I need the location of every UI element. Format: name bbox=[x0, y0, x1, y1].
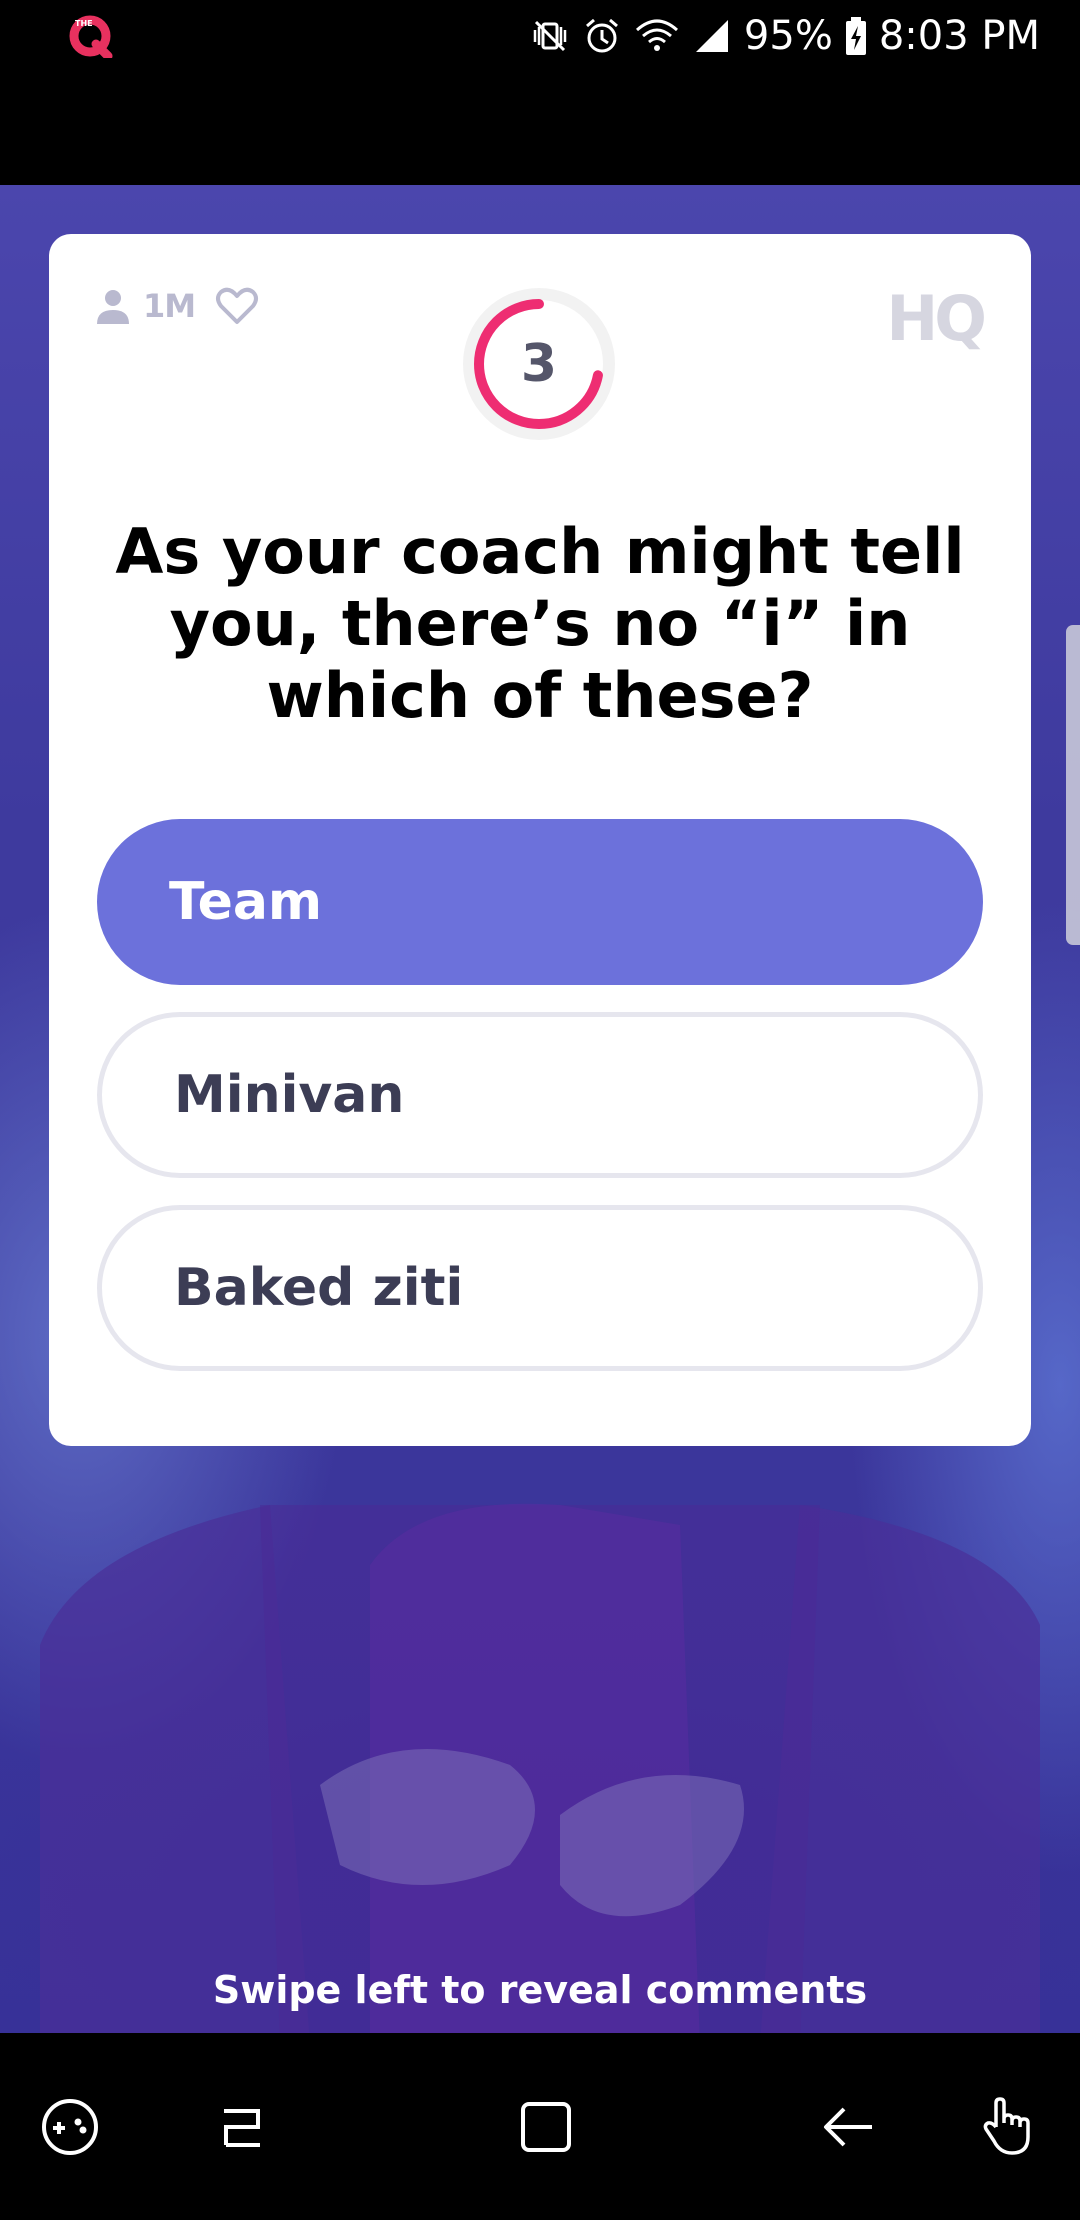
navigation-bar bbox=[0, 2033, 1080, 2220]
svg-text:THE: THE bbox=[75, 19, 93, 28]
answer-option-minivan[interactable]: Minivan bbox=[97, 1012, 983, 1178]
recent-apps-button[interactable] bbox=[172, 2033, 312, 2220]
answer-option-team[interactable]: Team bbox=[97, 819, 983, 985]
countdown-timer: 3 bbox=[457, 282, 621, 446]
signal-icon bbox=[695, 20, 728, 52]
answer-option-baked-ziti[interactable]: Baked ziti bbox=[97, 1205, 983, 1371]
question-text: As your coach might tell you, there’s no… bbox=[115, 515, 965, 732]
game-launcher-icon bbox=[42, 2098, 98, 2155]
battery-charging-icon bbox=[845, 17, 866, 55]
swipe-hint: Swipe left to reveal comments bbox=[212, 1968, 868, 2012]
person-icon bbox=[97, 290, 129, 324]
back-button[interactable] bbox=[778, 2033, 918, 2220]
wifi-icon bbox=[635, 19, 678, 51]
answer-label: Team bbox=[169, 872, 323, 932]
battery-percent: 95% bbox=[743, 13, 833, 59]
game-launcher-button[interactable] bbox=[0, 2033, 140, 2220]
viewer-info: 1M bbox=[93, 286, 259, 326]
gesture-button[interactable] bbox=[940, 2033, 1080, 2220]
clock: 8:03 PM bbox=[878, 13, 1040, 59]
recent-apps-icon bbox=[224, 2108, 260, 2147]
home-button[interactable] bbox=[476, 2033, 616, 2220]
vibrate-mute-icon bbox=[533, 20, 567, 52]
gesture-icon bbox=[983, 2096, 1030, 2155]
status-bar: THE 95% 8:03 PM bbox=[0, 0, 1080, 72]
timer-value: 3 bbox=[520, 334, 558, 394]
viewer-count: 1M bbox=[143, 287, 196, 325]
answer-label: Minivan bbox=[174, 1065, 405, 1125]
home-icon bbox=[521, 2101, 571, 2152]
comments-scroll-indicator[interactable] bbox=[1066, 625, 1080, 945]
heart-icon[interactable] bbox=[215, 286, 259, 326]
question-card: 1M 3 HQ As your coach might tell you, th… bbox=[49, 234, 1031, 1446]
status-icons: 95% 8:03 PM bbox=[530, 8, 1040, 64]
host-silhouette bbox=[40, 1503, 1040, 2033]
hq-logo: HQ bbox=[886, 282, 987, 355]
answer-label: Baked ziti bbox=[174, 1258, 464, 1318]
the-q-app-icon: THE bbox=[69, 15, 113, 58]
alarm-icon bbox=[585, 18, 618, 53]
back-icon bbox=[824, 2107, 872, 2146]
